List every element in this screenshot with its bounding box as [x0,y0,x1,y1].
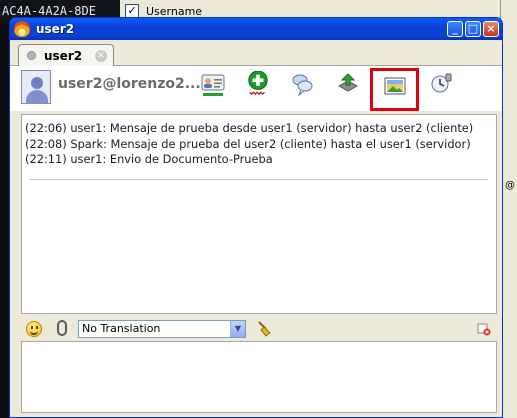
stop-recording-icon[interactable] [477,322,491,336]
username-checkbox[interactable]: ✓ [125,4,139,18]
chevron-down-icon[interactable]: ▼ [230,321,245,337]
send-file-icon[interactable] [336,72,360,96]
tab-label: user2 [44,48,83,63]
maximize-button[interactable]: □ [465,21,481,37]
divider [30,179,488,180]
translation-select-value: No Translation [82,322,161,335]
chat-message: (22:08) Spark: Mensaje de prueba del use… [25,136,471,151]
vcard-icon[interactable] [201,72,225,96]
chat-transcript[interactable]: (22:06) user1: Mensaje de prueba desde u… [21,114,497,314]
tab-close-icon[interactable]: × [95,49,107,62]
chat-message: (22:11) user1: Envio de Documento-Prueba [25,152,273,166]
message-input[interactable] [21,341,497,413]
chat-history-icon[interactable] [291,72,315,96]
chat-header: user2@lorenzo2... [10,66,502,111]
close-button[interactable]: × [483,21,499,37]
selection-highlight [370,68,419,111]
window-title: user2 [36,22,75,36]
background-edge-mark: @ [505,180,515,191]
title-bar[interactable]: user2 _ □ × [10,18,502,40]
add-contact-icon[interactable] [246,71,270,95]
chat-message: (22:06) user1: Mensaje de prueba desde u… [25,121,474,135]
minimize-button[interactable]: _ [447,21,463,37]
spark-flame-icon [14,21,30,37]
compose-toolbar: No Translation ▼ [10,318,502,340]
avatar [21,70,51,104]
contact-name: user2@lorenzo2... [58,76,201,92]
presence-dot-icon [27,51,36,60]
chat-window: user2 _ □ × user2 × user2@lorenzo2... (2… [9,17,503,418]
alarm-clock-icon[interactable] [429,72,453,96]
translation-select[interactable]: No Translation ▼ [78,320,246,338]
tab-user2[interactable]: user2 × [18,44,114,66]
emoticon-icon[interactable] [26,321,42,337]
clear-broom-icon[interactable] [256,321,272,337]
tab-strip: user2 × [10,40,502,66]
paperclip-icon[interactable] [57,320,67,336]
